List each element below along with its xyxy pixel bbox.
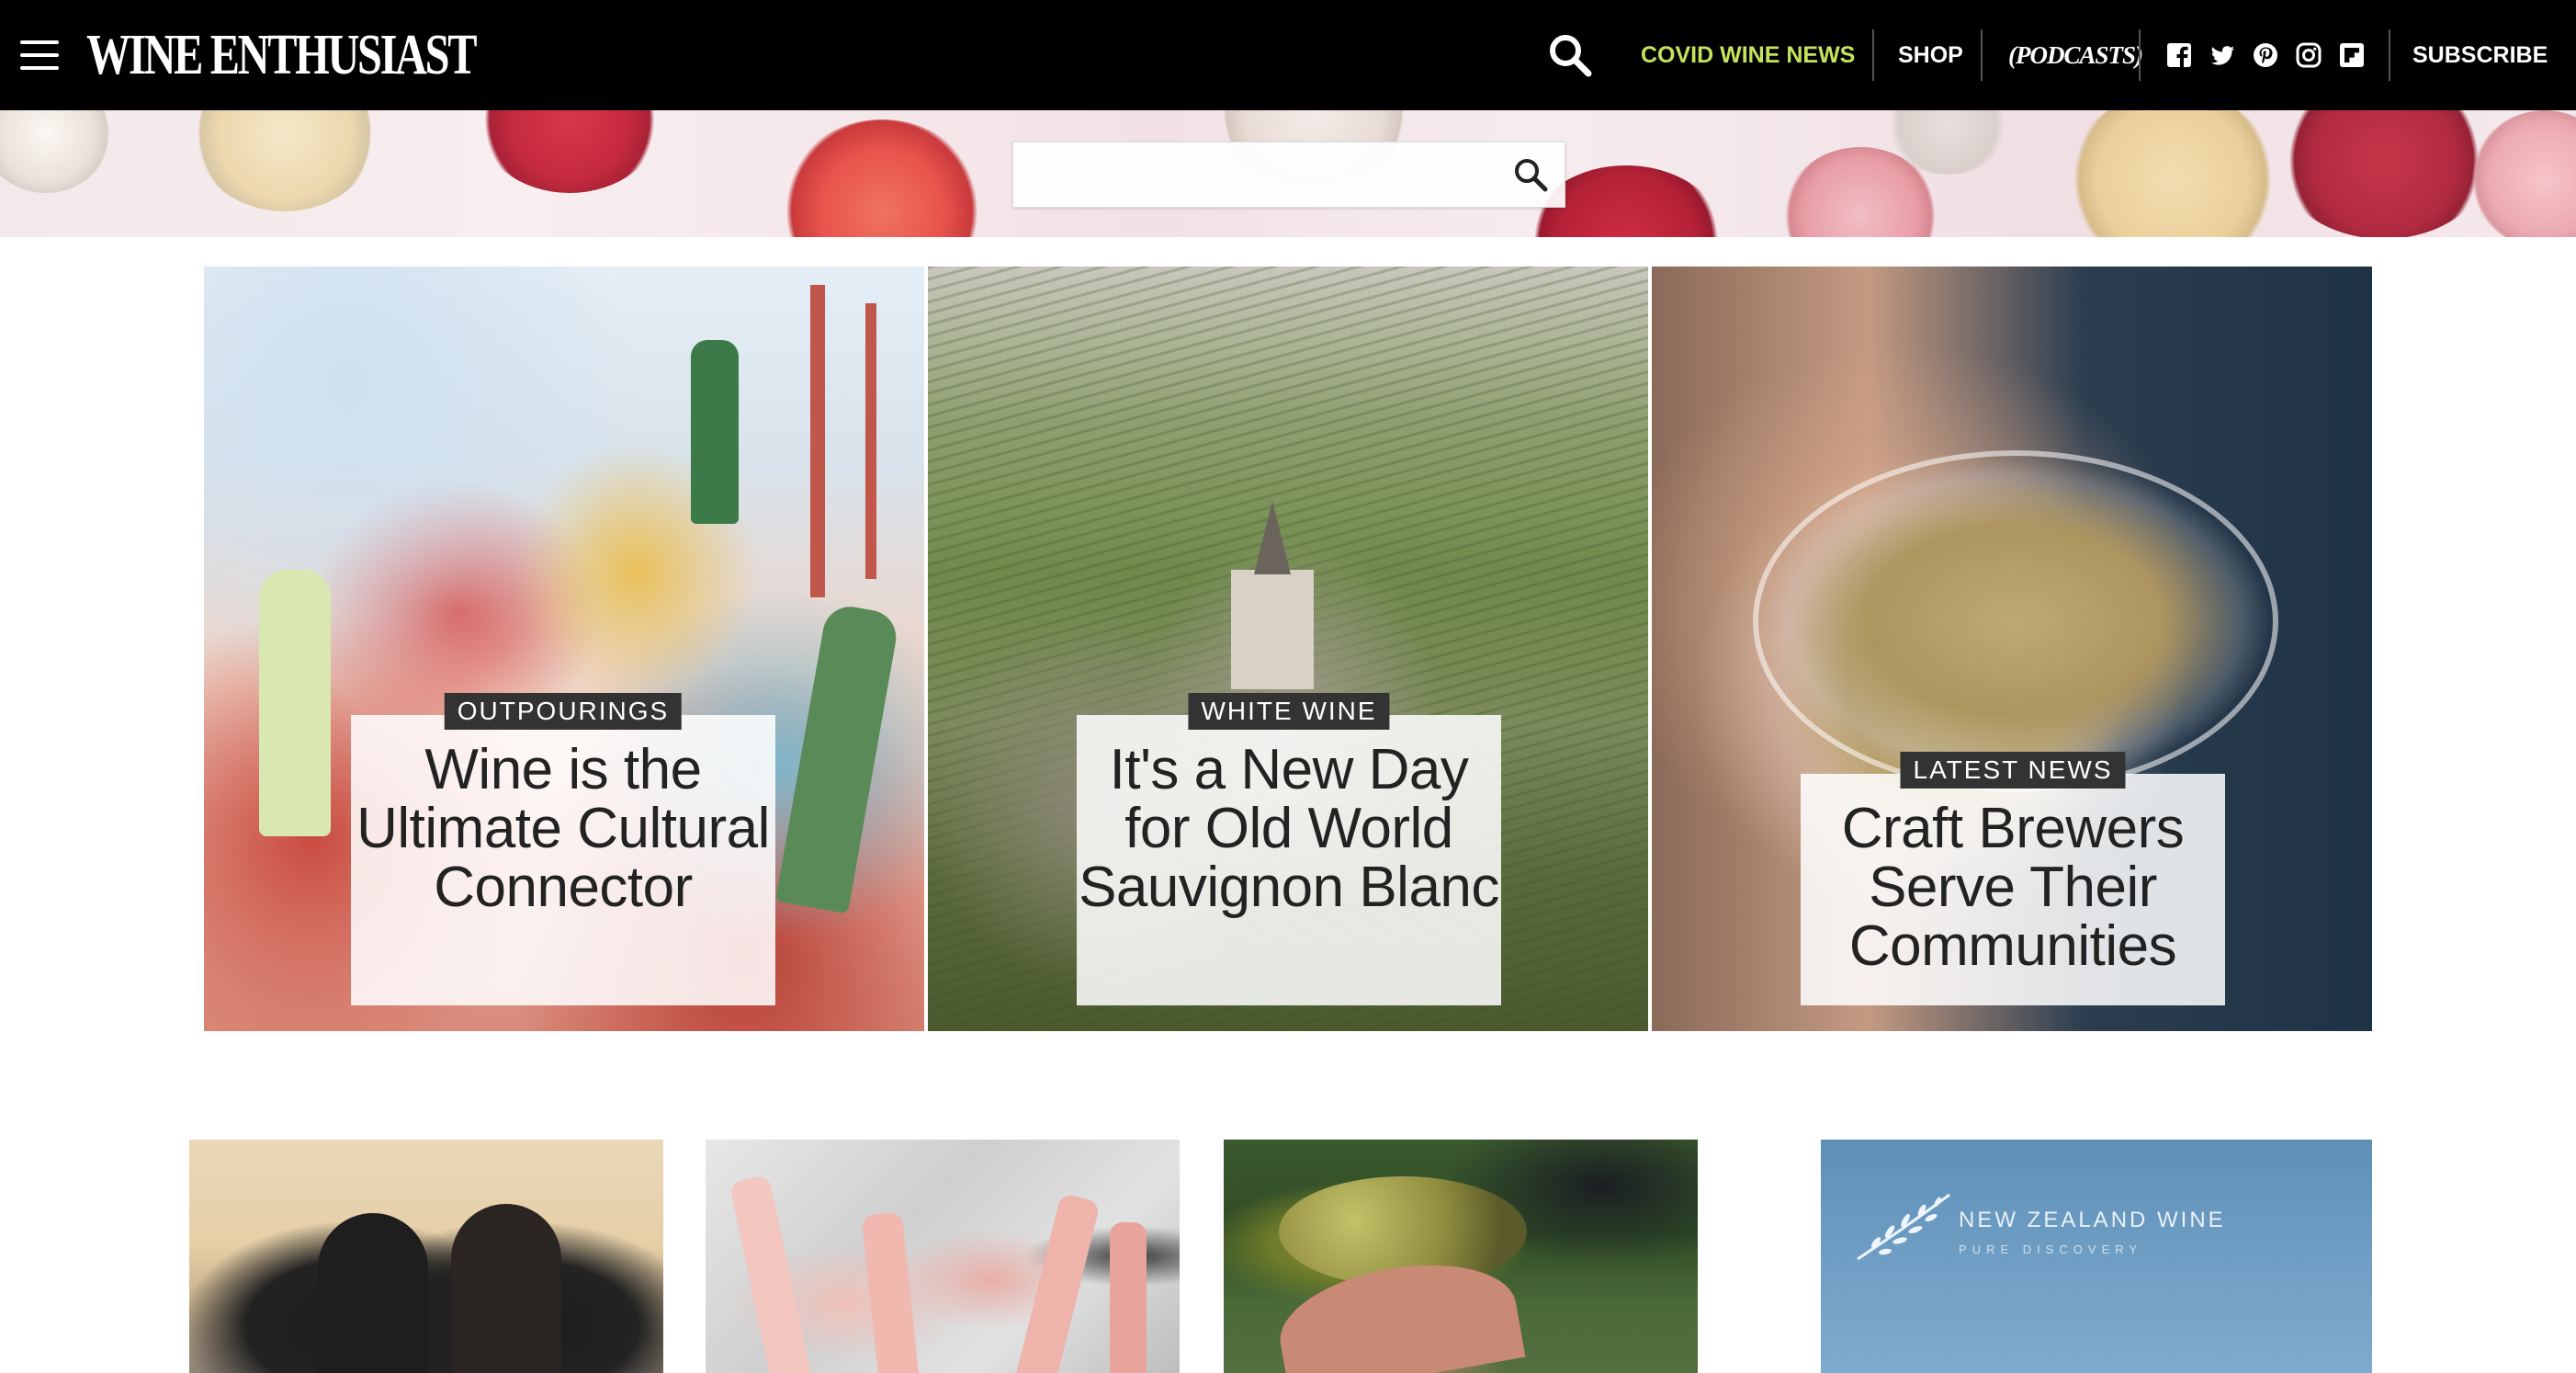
- wine-glass-image: [193, 110, 377, 211]
- glass-bowl-image: [1753, 450, 2278, 792]
- pinterest-icon[interactable]: [2253, 42, 2278, 68]
- feature-headline[interactable]: Craft Brewers Serve Their Communities: [1801, 800, 2225, 976]
- category-tag[interactable]: LATEST NEWS: [1900, 752, 2126, 789]
- feature-card[interactable]: LATEST NEWS Craft Brewers Serve Their Co…: [1652, 267, 2372, 1031]
- twitter-icon[interactable]: [2209, 42, 2235, 68]
- article-thumbnail[interactable]: [1224, 1140, 1698, 1373]
- advertisement-banner[interactable]: NEW ZEALAND WINE PURE DISCOVERY: [1821, 1140, 2372, 1373]
- search-icon[interactable]: [1547, 32, 1593, 78]
- nav-link-shop[interactable]: SHOP: [1898, 0, 1963, 110]
- feature-headline[interactable]: It's a New Day for Old World Sauvignon B…: [1077, 741, 1501, 917]
- nav-link-subscribe[interactable]: SUBSCRIBE: [2412, 0, 2548, 110]
- nav-link-covid-wine-news[interactable]: COVID WINE NEWS: [1641, 0, 1855, 110]
- bridge-illustration: [810, 285, 825, 597]
- menu-icon[interactable]: [20, 40, 59, 70]
- wine-glass-image: [2471, 110, 2576, 237]
- feature-headline[interactable]: Wine is the Ultimate Cultural Connector: [351, 741, 775, 917]
- banner-search-input[interactable]: [1013, 142, 1491, 205]
- wine-glass-image: [478, 110, 661, 193]
- flipboard-icon[interactable]: [2339, 42, 2365, 68]
- feature-card[interactable]: WHITE WINE It's a New Day for Old World …: [928, 267, 1648, 1031]
- wine-glass-image: [2278, 110, 2490, 237]
- feature-caption: WHITE WINE It's a New Day for Old World …: [1077, 693, 1501, 1005]
- top-nav-bar: WINE ENTHUSIAST COVID WINE NEWS SHOP (PO…: [0, 0, 2576, 110]
- instagram-icon[interactable]: [2296, 42, 2322, 68]
- feature-card[interactable]: OUTPOURINGS Wine is the Ultimate Cultura…: [204, 267, 924, 1031]
- wine-bottle-illustration: [774, 602, 901, 914]
- ad-brand-text: NEW ZEALAND WINE: [1959, 1208, 2226, 1232]
- wine-glass-image: [2067, 110, 2278, 237]
- hero-banner: [0, 110, 2576, 237]
- wine-bottle-image: [1110, 1222, 1147, 1373]
- feature-caption: LATEST NEWS Craft Brewers Serve Their Co…: [1801, 752, 2225, 1005]
- article-thumbnail[interactable]: [706, 1140, 1180, 1373]
- church-spire: [1254, 501, 1291, 574]
- article-thumbnail[interactable]: [189, 1140, 663, 1373]
- church-illustration: [1231, 570, 1314, 689]
- banner-search-box: [1012, 142, 1565, 208]
- person-image: [451, 1204, 561, 1373]
- wine-bottle-image: [861, 1211, 921, 1373]
- nav-divider: [1981, 29, 1983, 81]
- nav-divider: [1872, 29, 1874, 81]
- facebook-icon[interactable]: [2166, 42, 2192, 68]
- wine-bottle-image: [729, 1174, 815, 1373]
- person-image: [318, 1213, 428, 1373]
- fern-logo-icon: [1857, 1193, 1950, 1261]
- nav-divider: [2139, 29, 2141, 81]
- site-logo[interactable]: WINE ENTHUSIAST: [86, 22, 477, 88]
- wine-glass-image: [0, 110, 110, 193]
- nav-link-podcasts[interactable]: (PODCASTS): [2008, 0, 2143, 110]
- wine-bottle-illustration: [259, 570, 331, 836]
- feature-caption: OUTPOURINGS Wine is the Ultimate Cultura…: [351, 693, 775, 1005]
- nav-divider: [2389, 29, 2390, 81]
- bridge-illustration: [865, 303, 876, 579]
- wine-bottle-illustration: [691, 340, 739, 524]
- wine-bottle-image: [1012, 1192, 1101, 1373]
- category-tag[interactable]: WHITE WINE: [1188, 693, 1390, 730]
- wine-glass-image: [781, 119, 983, 237]
- category-tag[interactable]: OUTPOURINGS: [444, 693, 683, 730]
- ad-tagline: PURE DISCOVERY: [1959, 1243, 2143, 1256]
- search-icon[interactable]: [1511, 155, 1550, 194]
